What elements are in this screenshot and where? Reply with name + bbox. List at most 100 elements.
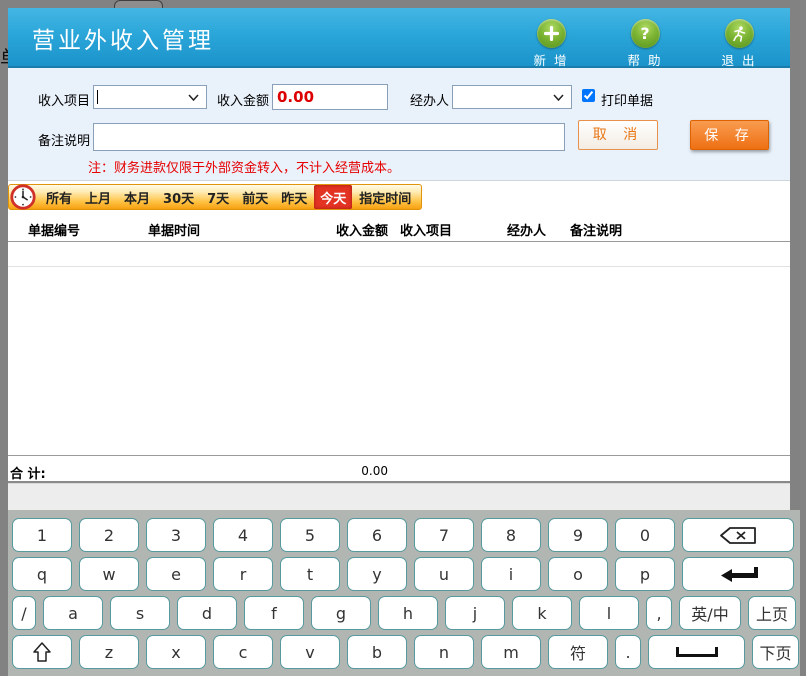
page-title: 营业外收入管理 <box>32 21 214 55</box>
filter-day-before-yesterday[interactable]: 前天 <box>236 185 274 209</box>
table-empty-row <box>8 242 790 267</box>
key-5[interactable]: 5 <box>280 518 340 552</box>
key-m[interactable]: m <box>481 635 541 669</box>
enter-key[interactable] <box>682 557 794 591</box>
filter-yesterday[interactable]: 昨天 <box>275 185 313 209</box>
remark-label: 备注说明 <box>38 130 90 149</box>
filter-7-days[interactable]: 7天 <box>201 185 235 209</box>
key-t[interactable]: t <box>280 557 340 591</box>
key-1[interactable]: 1 <box>12 518 72 552</box>
enter-icon <box>717 565 759 583</box>
column-header-1: 单据时间 <box>148 220 200 239</box>
key-l[interactable]: l <box>579 596 639 630</box>
table-body <box>8 267 790 455</box>
plus-icon <box>537 19 566 48</box>
symbols-key[interactable]: 符 <box>548 635 608 669</box>
key-i[interactable]: i <box>481 557 541 591</box>
handler-label: 经办人 <box>410 90 449 109</box>
filter-last-month[interactable]: 上月 <box>79 185 117 209</box>
exit-button[interactable]: 退 出 <box>710 19 768 69</box>
entry-form: 收入项目 收入金额 经办人 打印单据 备注说明 取 消 保 存 注：财务进款仅限… <box>8 68 790 181</box>
key-b[interactable]: b <box>347 635 407 669</box>
key-w[interactable]: w <box>79 557 139 591</box>
table-header-row: 单据编号单据时间收入金额收入项目经办人备注说明 <box>8 212 790 242</box>
page-down-key[interactable]: 下页 <box>752 635 799 669</box>
help-button[interactable]: ? 帮 助 <box>616 19 674 69</box>
print-receipt-label: 打印单据 <box>601 90 653 109</box>
income-amount-label: 收入金额 <box>217 90 269 109</box>
key-d[interactable]: d <box>177 596 237 630</box>
key-7[interactable]: 7 <box>414 518 474 552</box>
key-k[interactable]: k <box>512 596 572 630</box>
key-.[interactable]: . <box>615 635 641 669</box>
key-x[interactable]: x <box>146 635 206 669</box>
key-f[interactable]: f <box>244 596 304 630</box>
key-a[interactable]: a <box>43 596 103 630</box>
titlebar-toolbar: 新 增 ? 帮 助 退 出 <box>522 19 768 69</box>
lang-toggle-key[interactable]: 英/中 <box>679 596 741 630</box>
key-c[interactable]: c <box>213 635 273 669</box>
key-n[interactable]: n <box>414 635 474 669</box>
key-3[interactable]: 3 <box>146 518 206 552</box>
key-s[interactable]: s <box>110 596 170 630</box>
column-header-2: 收入金额 <box>308 220 388 239</box>
key-e[interactable]: e <box>146 557 206 591</box>
shift-key[interactable] <box>12 635 72 669</box>
records-section: 所有上月本月30天7天前天昨天今天指定时间 单据编号单据时间收入金额收入项目经办… <box>8 181 790 510</box>
column-header-3: 收入项目 <box>400 220 452 239</box>
add-button-label: 新 增 <box>534 50 569 69</box>
filter-today[interactable]: 今天 <box>314 185 352 209</box>
print-receipt-checkbox[interactable] <box>582 89 595 102</box>
add-button[interactable]: 新 增 <box>522 19 580 69</box>
key-p[interactable]: p <box>615 557 675 591</box>
chevron-down-icon <box>188 94 199 101</box>
key-h[interactable]: h <box>378 596 438 630</box>
filter-this-month[interactable]: 本月 <box>118 185 156 209</box>
total-label: 合 计: <box>10 463 46 482</box>
space-icon <box>676 647 718 657</box>
bottom-strip <box>8 483 790 510</box>
key-2[interactable]: 2 <box>79 518 139 552</box>
column-header-5: 备注说明 <box>570 220 622 239</box>
backspace-key[interactable] <box>682 518 794 552</box>
key-v[interactable]: v <box>280 635 340 669</box>
filter-30-days[interactable]: 30天 <box>157 185 200 209</box>
income-item-label: 收入项目 <box>38 90 90 109</box>
form-note: 注：财务进款仅限于外部资金转入，不计入经营成本。 <box>88 157 400 176</box>
keyboard: 1234567890 qwertyuiop /asdfghjkl,英/中上页 zxcv… <box>8 510 800 676</box>
key-u[interactable]: u <box>414 557 474 591</box>
key-q[interactable]: q <box>12 557 72 591</box>
key-0[interactable]: 0 <box>615 518 675 552</box>
key-y[interactable]: y <box>347 557 407 591</box>
key-8[interactable]: 8 <box>481 518 541 552</box>
remark-input[interactable] <box>93 123 565 151</box>
income-item-select[interactable] <box>93 85 207 109</box>
help-button-label: 帮 助 <box>628 50 663 69</box>
page-up-key[interactable]: 上页 <box>748 596 796 630</box>
handler-select[interactable] <box>452 85 572 109</box>
filter-row: 所有上月本月30天7天前天昨天今天指定时间 <box>8 184 790 212</box>
column-header-4: 经办人 <box>507 220 546 239</box>
key-,[interactable]: , <box>646 596 672 630</box>
backspace-icon <box>718 525 758 546</box>
save-button[interactable]: 保 存 <box>690 120 769 150</box>
key-j[interactable]: j <box>445 596 505 630</box>
key-r[interactable]: r <box>213 557 273 591</box>
key-6[interactable]: 6 <box>347 518 407 552</box>
shift-icon <box>32 641 52 663</box>
filter-all[interactable]: 所有 <box>40 185 78 209</box>
cancel-button[interactable]: 取 消 <box>578 120 658 150</box>
key-o[interactable]: o <box>548 557 608 591</box>
non-operating-income-dialog: 营业外收入管理 新 增 ? 帮 助 退 出 收入项目 <box>8 8 790 510</box>
key-/[interactable]: / <box>12 596 36 630</box>
filter-custom-time[interactable]: 指定时间 <box>353 185 417 209</box>
key-z[interactable]: z <box>79 635 139 669</box>
time-filter-bar: 所有上月本月30天7天前天昨天今天指定时间 <box>8 184 422 210</box>
income-amount-input[interactable] <box>272 84 388 110</box>
titlebar: 营业外收入管理 新 增 ? 帮 助 退 出 <box>8 8 790 68</box>
key-9[interactable]: 9 <box>548 518 608 552</box>
key-g[interactable]: g <box>311 596 371 630</box>
text-cursor <box>97 90 98 104</box>
key-4[interactable]: 4 <box>213 518 273 552</box>
space-key[interactable] <box>648 635 745 669</box>
